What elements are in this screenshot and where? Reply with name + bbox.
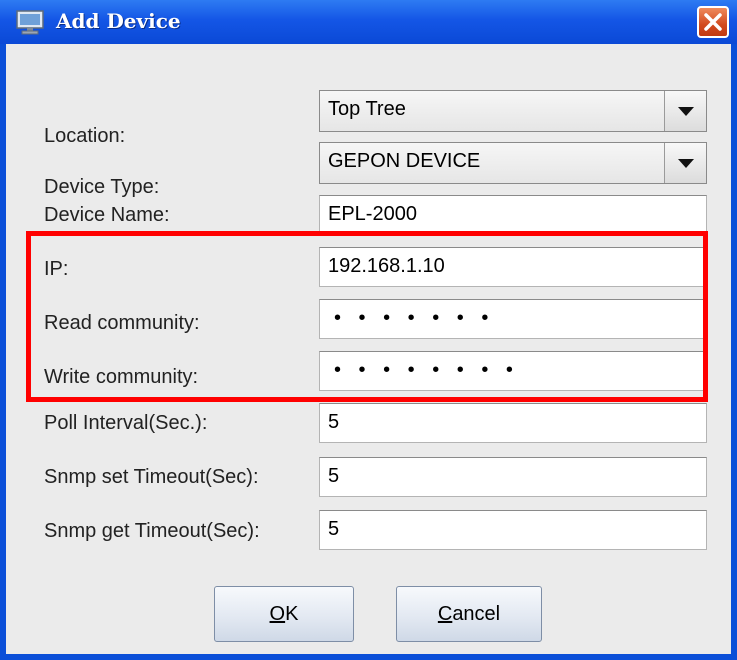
cancel-button[interactable]: Cancel xyxy=(396,586,542,642)
snmp-get-timeout-label: Snmp get Timeout(Sec): xyxy=(44,520,260,542)
snmp-set-timeout-input[interactable]: 5 xyxy=(319,457,707,497)
add-device-dialog: Add Device Location: Top Tree Device Typ… xyxy=(0,0,737,660)
ok-button[interactable]: OK xyxy=(214,586,354,642)
ok-mnemonic: O xyxy=(269,603,286,625)
poll-interval-label: Poll Interval(Sec.): xyxy=(44,412,208,434)
close-button[interactable] xyxy=(697,6,729,38)
computer-icon xyxy=(16,10,44,35)
ip-input[interactable]: 192.168.1.10 xyxy=(319,247,707,287)
read-community-input[interactable]: • • • • • • • xyxy=(319,299,707,339)
window-title: Add Device xyxy=(56,9,181,33)
device-name-label: Device Name: xyxy=(44,204,170,226)
device-type-dropdown[interactable]: GEPON DEVICE xyxy=(319,142,707,184)
ok-label: K xyxy=(285,603,299,625)
device-name-input[interactable]: EPL-2000 xyxy=(319,195,707,235)
write-community-input[interactable]: • • • • • • • • xyxy=(319,351,707,391)
device-type-value: GEPON DEVICE xyxy=(328,150,481,172)
ip-label: IP: xyxy=(44,258,69,280)
snmp-set-timeout-label: Snmp set Timeout(Sec): xyxy=(44,466,259,488)
location-label: Location: xyxy=(44,125,126,147)
title-bar[interactable]: Add Device xyxy=(0,0,737,44)
snmp-get-timeout-input[interactable]: 5 xyxy=(319,510,707,550)
location-dropdown[interactable]: Top Tree xyxy=(319,90,707,132)
chevron-down-icon xyxy=(678,159,694,168)
read-community-label: Read community: xyxy=(44,312,200,334)
close-icon xyxy=(704,13,722,31)
cancel-mnemonic: C xyxy=(437,603,453,625)
write-community-label: Write community: xyxy=(44,366,199,388)
location-dropdown-arrow[interactable] xyxy=(664,91,706,131)
poll-interval-input[interactable]: 5 xyxy=(319,403,707,443)
location-value: Top Tree xyxy=(328,98,406,120)
chevron-down-icon xyxy=(678,107,694,116)
device-type-label: Device Type: xyxy=(44,176,160,198)
device-type-dropdown-arrow[interactable] xyxy=(664,143,706,183)
cancel-label: ancel xyxy=(452,603,501,625)
